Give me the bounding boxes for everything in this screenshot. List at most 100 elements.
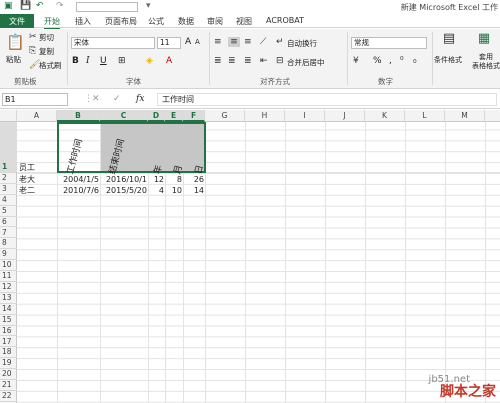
- font-name-select[interactable]: 宋体: [71, 37, 155, 49]
- row-header-10[interactable]: 10: [0, 260, 17, 272]
- cell-d1[interactable]: 年: [150, 163, 165, 175]
- row-header-8[interactable]: 8: [0, 238, 17, 250]
- number-format-select[interactable]: 常规: [351, 37, 427, 49]
- select-all-corner[interactable]: [0, 110, 17, 122]
- fill-color-icon[interactable]: ◈: [146, 56, 153, 66]
- italic-button[interactable]: I: [86, 56, 90, 66]
- row-header-4[interactable]: 4: [0, 195, 17, 206]
- tab-acrobat[interactable]: ACROBAT: [266, 15, 304, 26]
- align-middle-icon[interactable]: ≡: [228, 37, 240, 47]
- copy-icon[interactable]: ⎘: [29, 46, 36, 56]
- enter-icon[interactable]: ✓: [113, 94, 121, 104]
- column-header-f[interactable]: F: [183, 110, 205, 122]
- conditional-format-icon[interactable]: ▤: [441, 32, 457, 50]
- column-header-b[interactable]: B: [57, 110, 100, 122]
- tab-data[interactable]: 数据: [178, 15, 194, 28]
- grow-font-button[interactable]: A: [185, 37, 191, 47]
- column-header-d[interactable]: D: [148, 110, 165, 122]
- increase-decimal-icon[interactable]: ⁰: [400, 56, 404, 66]
- cell-e3[interactable]: 10: [165, 186, 182, 196]
- cancel-icon[interactable]: ✕: [92, 94, 100, 104]
- row-header-18[interactable]: 18: [0, 347, 17, 359]
- orientation-icon[interactable]: ⟋: [260, 37, 266, 47]
- column-header-l[interactable]: L: [405, 110, 445, 122]
- cell-f3[interactable]: 14: [183, 186, 204, 196]
- column-header-m[interactable]: M: [445, 110, 485, 122]
- currency-icon[interactable]: ¥: [353, 56, 359, 66]
- indent-icon[interactable]: ⇤: [260, 56, 268, 66]
- cell-b2[interactable]: 2004/1/5: [57, 175, 99, 185]
- cell-e2[interactable]: 8: [165, 175, 182, 185]
- cell-d2[interactable]: 12: [148, 175, 164, 185]
- name-box[interactable]: B1: [2, 93, 68, 106]
- tab-insert[interactable]: 插入: [75, 15, 91, 28]
- tab-review[interactable]: 审阅: [207, 15, 223, 28]
- cell-a3[interactable]: 老二: [19, 186, 35, 196]
- borders-icon[interactable]: ⊞: [118, 56, 126, 66]
- cut-icon[interactable]: ✂: [29, 32, 37, 42]
- column-header-k[interactable]: K: [365, 110, 405, 122]
- cell-e1[interactable]: 月: [170, 163, 185, 175]
- font-color-icon[interactable]: A: [166, 56, 172, 66]
- format-as-table-button[interactable]: 套用 表格格式: [472, 53, 500, 71]
- row-header-22[interactable]: 22: [0, 391, 17, 402]
- cell-f1[interactable]: 日: [191, 163, 206, 175]
- formula-input[interactable]: 工作时间: [157, 93, 497, 106]
- column-header-h[interactable]: H: [245, 110, 285, 122]
- conditional-format-button[interactable]: 条件格式: [434, 55, 462, 65]
- tab-page-layout[interactable]: 页面布局: [105, 15, 137, 28]
- comma-button[interactable]: ,: [389, 56, 392, 66]
- row-header-17[interactable]: 17: [0, 337, 17, 348]
- tab-file[interactable]: 文件: [0, 14, 34, 28]
- align-center-icon[interactable]: ≣: [228, 56, 236, 66]
- cell-c2[interactable]: 2016/10/1: [100, 175, 147, 185]
- tab-formulas[interactable]: 公式: [148, 15, 164, 28]
- column-header-i[interactable]: I: [285, 110, 325, 122]
- cell-b3[interactable]: 2010/7/6: [57, 186, 99, 196]
- save-icon[interactable]: 💾: [20, 1, 31, 11]
- row-header-19[interactable]: 19: [0, 358, 17, 370]
- align-right-icon[interactable]: ≣: [244, 56, 252, 66]
- paste-button[interactable]: 粘贴: [6, 54, 21, 65]
- shrink-font-button[interactable]: A: [195, 38, 200, 46]
- cell-c3[interactable]: 2015/5/20: [100, 186, 147, 196]
- customize-icon[interactable]: ▾: [146, 1, 151, 11]
- merge-center-button[interactable]: 合并后居中: [287, 57, 325, 68]
- cell-d3[interactable]: 4: [148, 186, 164, 196]
- row-header-13[interactable]: 13: [0, 293, 17, 304]
- insert-function-button[interactable]: fx: [136, 94, 144, 104]
- row-header-2[interactable]: 2: [0, 173, 17, 184]
- copy-button[interactable]: 复制: [39, 46, 54, 57]
- tab-view[interactable]: 视图: [236, 15, 252, 28]
- wrap-text-button[interactable]: 自动换行: [287, 38, 317, 49]
- cut-button[interactable]: 剪切: [39, 32, 54, 43]
- row-header-9[interactable]: 9: [0, 249, 17, 261]
- row-header-14[interactable]: 14: [0, 304, 17, 315]
- percent-button[interactable]: %: [373, 56, 382, 66]
- column-header-c[interactable]: C: [100, 110, 148, 122]
- align-bottom-icon[interactable]: ≡: [244, 37, 252, 47]
- merge-icon[interactable]: ⊟: [276, 56, 284, 66]
- paste-icon[interactable]: 📋: [6, 33, 25, 51]
- column-header-e[interactable]: E: [165, 110, 183, 122]
- cell-area[interactable]: 员工 工作时间 结束时间 年 月 日 老大 2004/1/5 2016/10/1…: [17, 122, 500, 403]
- row-header-16[interactable]: 16: [0, 326, 17, 337]
- undo-icon[interactable]: ↶: [36, 1, 44, 11]
- row-header-21[interactable]: 21: [0, 380, 17, 391]
- quick-access-box[interactable]: [76, 2, 138, 12]
- row-header-15[interactable]: 15: [0, 315, 17, 326]
- column-header-a[interactable]: A: [17, 110, 57, 122]
- cell-a2[interactable]: 老大: [19, 175, 35, 185]
- row-header-3[interactable]: 3: [0, 184, 17, 195]
- column-header-g[interactable]: G: [205, 110, 245, 122]
- format-as-table-icon[interactable]: ▦: [476, 32, 492, 50]
- row-header-12[interactable]: 12: [0, 282, 17, 293]
- underline-button[interactable]: U: [100, 56, 107, 66]
- align-left-icon[interactable]: ≣: [214, 56, 222, 66]
- tab-home[interactable]: 开始: [44, 15, 60, 30]
- cell-a1[interactable]: 员工: [19, 163, 35, 173]
- cell-f2[interactable]: 26: [183, 175, 204, 185]
- row-header-7[interactable]: 7: [0, 228, 17, 239]
- redo-icon[interactable]: ↷: [56, 1, 64, 11]
- column-header-j[interactable]: J: [325, 110, 365, 122]
